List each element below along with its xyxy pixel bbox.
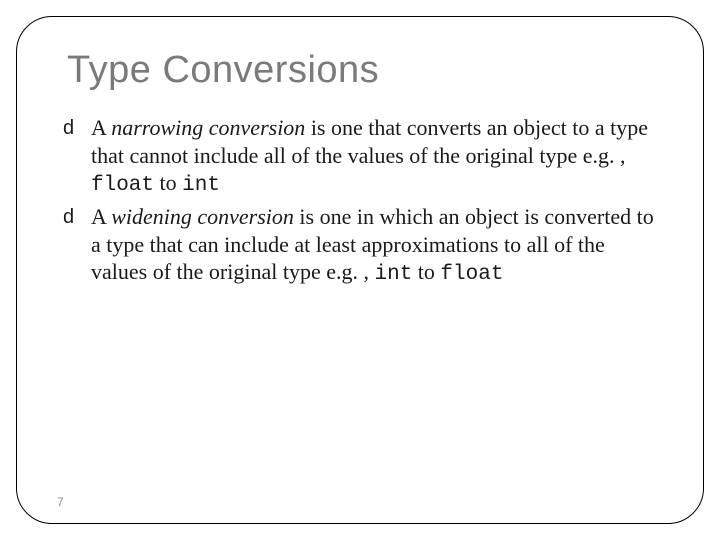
code-token: int	[182, 174, 220, 197]
code-token: float	[440, 263, 503, 286]
code-token: int	[374, 263, 412, 286]
bullet-item: d A narrowing conversion is one that con…	[63, 114, 663, 199]
bullet-icon: d	[63, 116, 74, 141]
bullet-term: narrowing conversion	[111, 115, 305, 140]
bullet-pre: A	[91, 204, 111, 229]
bullet-item: d A widening conversion is one in which …	[63, 203, 663, 288]
page-title: Type Conversions	[67, 49, 663, 92]
page-number: 7	[57, 495, 64, 509]
body-text: d A narrowing conversion is one that con…	[57, 114, 663, 289]
slide-frame: Type Conversions d A narrowing conversio…	[16, 16, 704, 524]
bullet-term: widening conversion	[111, 204, 294, 229]
bullet-pre: A	[91, 115, 111, 140]
bullet-icon: d	[63, 205, 74, 230]
bullet-joiner: to	[412, 259, 440, 284]
bullet-joiner: to	[154, 170, 182, 195]
code-token: float	[91, 174, 154, 197]
